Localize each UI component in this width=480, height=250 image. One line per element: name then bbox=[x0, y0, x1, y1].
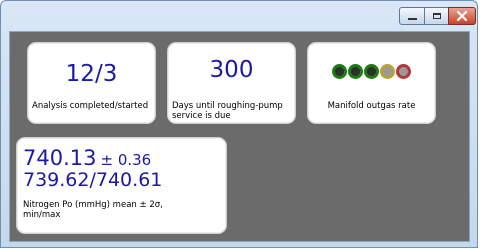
indicator-light-4 bbox=[380, 64, 395, 79]
nitrogen-minmax-value: 739.62/740.61 bbox=[23, 169, 163, 191]
app-window: 12/3 Analysis completed/started 300 Days… bbox=[0, 0, 478, 248]
nitrogen-mean-value: 740.13 bbox=[23, 146, 97, 170]
indicator-light-2 bbox=[348, 64, 363, 79]
analysis-count-value: 12/3 bbox=[65, 61, 118, 87]
nitrogen-pressure-tile: 740.13 ± 0.36 739.62/740.61 Nitrogen Po (… bbox=[16, 137, 227, 234]
indicator-light-3 bbox=[364, 64, 379, 79]
minimize-button[interactable] bbox=[399, 7, 425, 25]
maximize-icon bbox=[432, 13, 441, 19]
nitrogen-mean-line: 740.13 ± 0.36 bbox=[23, 146, 151, 170]
maximize-button[interactable] bbox=[424, 7, 449, 25]
minimize-icon bbox=[407, 18, 417, 20]
title-bar bbox=[1, 1, 477, 31]
close-icon bbox=[457, 11, 467, 21]
indicator-light-1 bbox=[332, 64, 347, 79]
manifold-outgas-label: Manifold outgas rate bbox=[327, 101, 416, 111]
pump-service-tile: 300 Days until roughing-pump service is … bbox=[167, 42, 296, 124]
close-button[interactable] bbox=[448, 7, 476, 25]
analysis-count-label: Analysis completed/started bbox=[32, 101, 149, 111]
analysis-tile: 12/3 Analysis completed/started bbox=[27, 42, 156, 124]
nitrogen-sigma-value: ± 0.36 bbox=[100, 151, 152, 169]
pump-days-label: Days until roughing-pump service is due bbox=[172, 101, 283, 121]
nitrogen-label: Nitrogen Po (mmHg) mean ± 2σ, min/max bbox=[23, 200, 163, 220]
dashboard-panel: 12/3 Analysis completed/started 300 Days… bbox=[9, 31, 470, 242]
pump-days-value: 300 bbox=[209, 57, 254, 83]
indicator-light-5 bbox=[396, 64, 411, 79]
outgas-indicator-lights bbox=[308, 64, 435, 79]
manifold-outgas-tile: Manifold outgas rate bbox=[307, 42, 436, 124]
